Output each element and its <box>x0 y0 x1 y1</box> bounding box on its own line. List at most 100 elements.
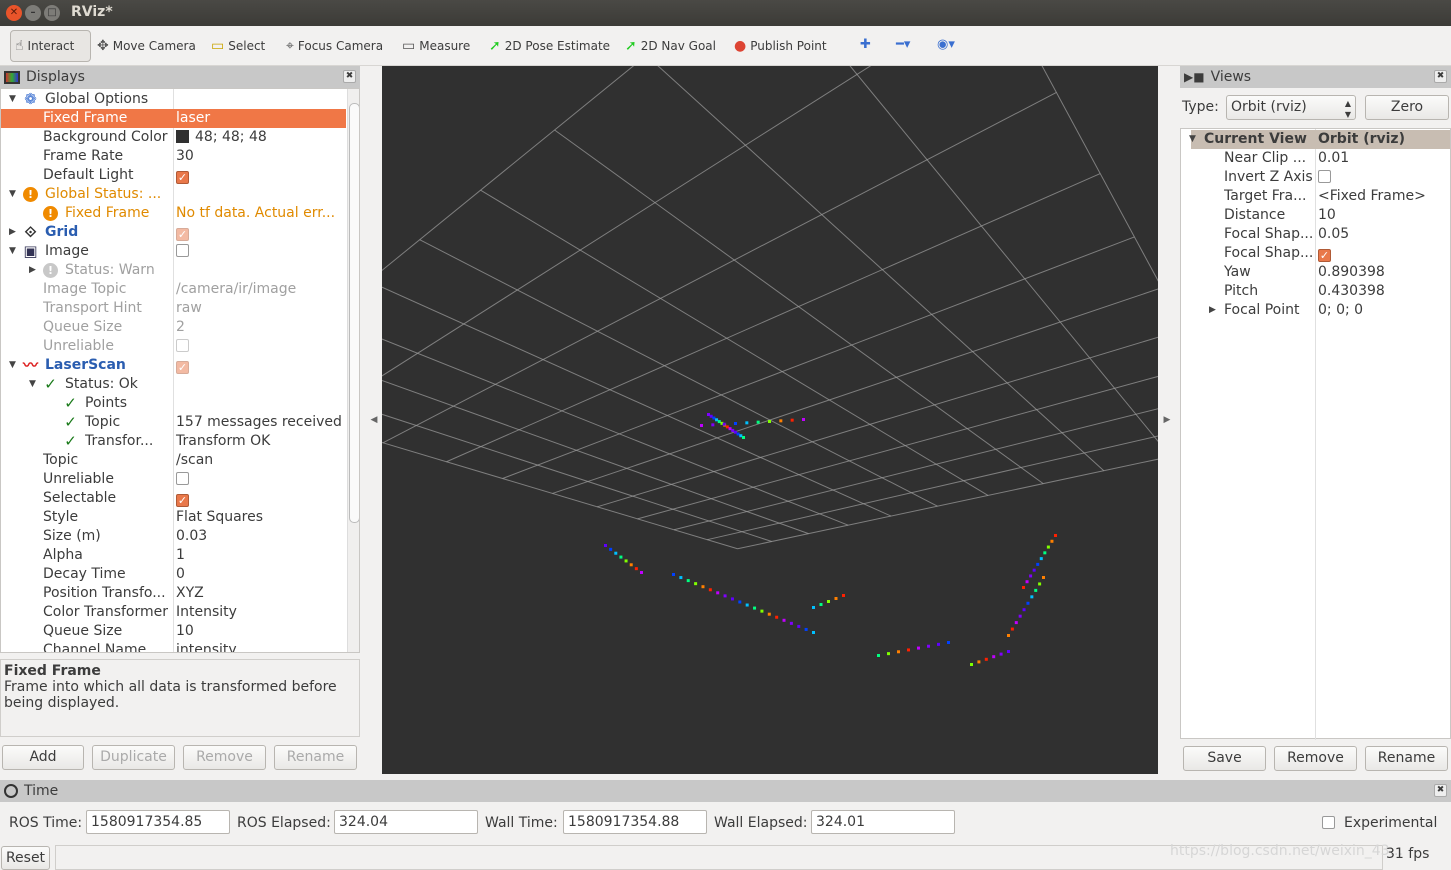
display-row[interactable]: ✓ Topic 157 messages received <box>1 413 346 432</box>
display-row[interactable]: Queue Size 10 <box>1 622 346 641</box>
laser-point <box>1054 534 1057 537</box>
checkbox[interactable] <box>1318 170 1331 183</box>
maximize-window-button[interactable]: □ <box>44 5 60 21</box>
tool-measure[interactable]: ▭ Measure <box>398 30 474 62</box>
scrollbar-thumb[interactable] <box>349 103 359 523</box>
checkbox[interactable]: ✓ <box>176 171 189 184</box>
display-row[interactable]: Color Transformer Intensity <box>1 603 346 622</box>
display-row[interactable]: Queue Size 2 <box>1 318 346 337</box>
remove-button[interactable]: Remove <box>183 745 266 770</box>
display-row[interactable]: Fixed Frame laser <box>1 109 346 128</box>
close-icon[interactable]: ✖ <box>1434 784 1447 797</box>
checkbox[interactable]: ✓ <box>176 494 189 507</box>
expander-closed-icon[interactable]: ▶ <box>1209 301 1216 320</box>
display-row[interactable]: ▼ 〰 LaserScan ✓ <box>1 356 346 375</box>
expander-open-icon[interactable]: ▼ <box>9 242 16 261</box>
view-type-select[interactable]: Orbit (rviz) ▲ ▼ <box>1226 95 1356 120</box>
display-row[interactable]: Background Color 48; 48; 48 <box>1 128 346 147</box>
tool-2d-pose-estimate[interactable]: ➚ 2D Pose Estimate <box>485 30 614 62</box>
add-button[interactable]: Add <box>2 745 84 770</box>
tool-2d-nav-goal[interactable]: ➚ 2D Nav Goal <box>621 30 720 62</box>
expander-open-icon[interactable]: ▼ <box>9 356 16 375</box>
ros-elapsed-field[interactable]: 324.04 <box>334 810 478 834</box>
view-row[interactable]: Focal Shap... ✓ <box>1181 244 1450 263</box>
wall-time-field[interactable]: 1580917354.88 <box>563 810 707 834</box>
display-row[interactable]: Style Flat Squares <box>1 508 346 527</box>
collapse-right-handle[interactable]: ▶ <box>1158 66 1176 774</box>
minus-icon[interactable]: ━▾ <box>896 37 910 52</box>
expander-open-icon[interactable]: ▼ <box>29 375 36 394</box>
display-row[interactable]: ▼ ▣ Image <box>1 242 346 261</box>
3d-viewport[interactable] <box>382 66 1158 774</box>
checkbox[interactable]: ✓ <box>1318 249 1331 262</box>
display-row[interactable]: Unreliable <box>1 470 346 489</box>
display-row[interactable]: Default Light ✓ <box>1 166 346 185</box>
minimize-window-button[interactable]: – <box>25 5 41 21</box>
expander-open-icon[interactable]: ▼ <box>9 185 16 204</box>
views-rename-button[interactable]: Rename <box>1365 746 1448 771</box>
experimental-checkbox[interactable] <box>1322 816 1335 829</box>
display-row[interactable]: ! Fixed Frame No tf data. Actual err... <box>1 204 346 223</box>
expander-closed-icon[interactable]: ▶ <box>29 261 36 280</box>
rename-button[interactable]: Rename <box>274 745 357 770</box>
collapse-left-handle[interactable]: ◀ <box>366 66 382 774</box>
view-row[interactable]: Focal Shap... 0.05 <box>1181 225 1450 244</box>
tool-move-camera[interactable]: ✥ Move Camera <box>93 30 200 62</box>
close-icon[interactable]: ✖ <box>343 70 356 83</box>
views-remove-button[interactable]: Remove <box>1274 746 1357 771</box>
scrollbar[interactable] <box>347 89 359 652</box>
display-row[interactable]: ▼ ❁ Global Options <box>1 90 346 109</box>
displays-tree[interactable]: ▼ ❁ Global Options Fixed Frame laser Backgrou… <box>0 88 360 653</box>
view-row[interactable]: ▶ Focal Point 0; 0; 0 <box>1181 301 1450 320</box>
display-row[interactable]: ▶! Status: Warn <box>1 261 346 280</box>
display-row[interactable]: Transport Hint raw <box>1 299 346 318</box>
title-bar: ✕ – □ RViz* <box>0 0 1451 26</box>
view-row[interactable]: Pitch 0.430398 <box>1181 282 1450 301</box>
expander-open-icon[interactable]: ▼ <box>9 90 16 109</box>
close-window-button[interactable]: ✕ <box>6 5 22 21</box>
display-row[interactable]: Alpha 1 <box>1 546 346 565</box>
checkbox[interactable]: ✓ <box>176 228 189 241</box>
view-row[interactable]: Target Fra... <Fixed Frame> <box>1181 187 1450 206</box>
display-row[interactable]: Position Transfo... XYZ <box>1 584 346 603</box>
display-row[interactable]: Size (m) 0.03 <box>1 527 346 546</box>
display-row[interactable]: ▼ ✓ Status: Ok <box>1 375 346 394</box>
display-row[interactable]: Channel Name intensity <box>1 641 346 652</box>
display-row[interactable]: Topic/scan <box>1 451 346 470</box>
tool-interact[interactable]: ☝ Interact <box>10 30 91 62</box>
ros-time-field[interactable]: 1580917354.85 <box>86 810 230 834</box>
display-row[interactable]: ▶ ⟐ Grid ✓ <box>1 223 346 242</box>
laser-point <box>1046 545 1050 549</box>
duplicate-button[interactable]: Duplicate <box>92 745 175 770</box>
display-row[interactable]: Selectable ✓ <box>1 489 346 508</box>
display-row[interactable]: ▼! Global Status: ... <box>1 185 346 204</box>
tool-publish-point[interactable]: ● Publish Point <box>730 30 831 62</box>
checkbox[interactable] <box>176 244 189 257</box>
view-row[interactable]: Near Clip ... 0.01 <box>1181 149 1450 168</box>
display-row[interactable]: Unreliable <box>1 337 346 356</box>
checkbox[interactable] <box>176 339 189 352</box>
expander-closed-icon[interactable]: ▶ <box>9 223 16 242</box>
display-row[interactable]: ✓ Transfor... Transform OK <box>1 432 346 451</box>
checkbox[interactable]: ✓ <box>176 361 189 374</box>
current-view-header[interactable]: ▼ Current View Orbit (rviz) <box>1189 130 1450 149</box>
view-row[interactable]: Distance 10 <box>1181 206 1450 225</box>
display-row[interactable]: ✓ Points <box>1 394 346 413</box>
eye-icon[interactable]: ◉▾ <box>937 37 955 52</box>
display-row[interactable]: Decay Time 0 <box>1 565 346 584</box>
reset-button[interactable]: Reset <box>1 846 50 870</box>
tool-select[interactable]: ▭ Select <box>207 30 269 62</box>
wall-elapsed-field[interactable]: 324.01 <box>811 810 955 834</box>
expander-open-icon[interactable]: ▼ <box>1189 130 1196 149</box>
view-row[interactable]: Invert Z Axis <box>1181 168 1450 187</box>
close-icon[interactable]: ✖ <box>1434 70 1447 83</box>
tool-focus-camera[interactable]: ⌖ Focus Camera <box>282 30 387 62</box>
save-button[interactable]: Save <box>1183 746 1266 771</box>
display-row[interactable]: Frame Rate 30 <box>1 147 346 166</box>
checkbox[interactable] <box>176 472 189 485</box>
add-icon[interactable]: ✚ <box>860 37 871 52</box>
views-tree[interactable]: ▼ Current View Orbit (rviz) Near Clip ..… <box>1180 128 1451 740</box>
view-row[interactable]: Yaw 0.890398 <box>1181 263 1450 282</box>
display-row[interactable]: Image Topic/camera/ir/image <box>1 280 346 299</box>
zero-button[interactable]: Zero <box>1365 95 1449 120</box>
